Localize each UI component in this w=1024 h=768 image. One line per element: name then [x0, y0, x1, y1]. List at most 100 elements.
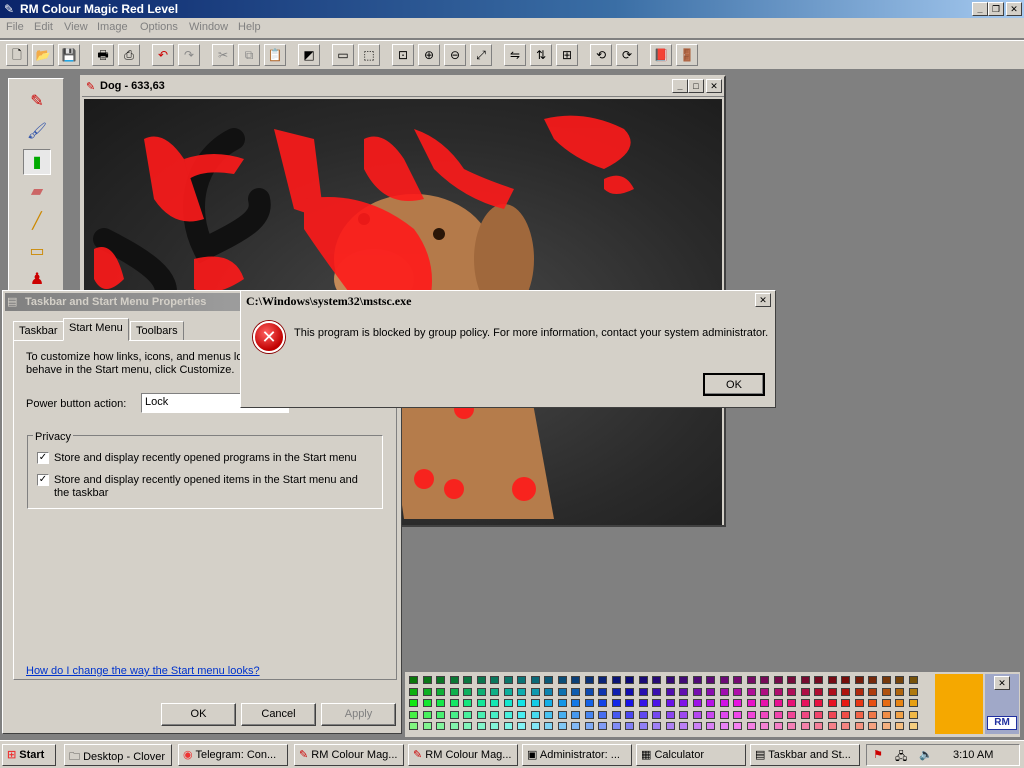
close-button[interactable]: ✕	[755, 293, 771, 307]
color-swatch[interactable]	[611, 676, 621, 684]
color-swatch[interactable]	[908, 722, 918, 730]
color-swatch[interactable]	[692, 676, 702, 684]
color-swatch[interactable]	[746, 722, 756, 730]
color-swatch[interactable]	[814, 722, 823, 730]
color-swatch[interactable]	[422, 676, 432, 684]
redo-icon[interactable]: ↷	[178, 44, 200, 66]
color-swatch[interactable]	[490, 722, 499, 730]
color-swatch[interactable]	[854, 722, 864, 730]
color-swatch[interactable]	[908, 710, 918, 719]
color-swatch[interactable]	[800, 699, 810, 707]
zoom-actual-icon[interactable]: ⊡	[392, 44, 414, 66]
color-swatch[interactable]	[544, 676, 553, 684]
color-swatch[interactable]	[638, 722, 648, 730]
close-button[interactable]: ✕	[994, 676, 1010, 690]
color-swatch[interactable]	[881, 687, 891, 696]
color-swatch[interactable]	[463, 699, 472, 707]
color-swatch[interactable]	[706, 687, 715, 696]
color-swatch[interactable]	[854, 687, 864, 696]
color-swatch[interactable]	[746, 699, 756, 707]
recent-programs-checkbox[interactable]: ✓	[37, 452, 49, 464]
color-swatch[interactable]	[827, 699, 837, 707]
color-swatch[interactable]	[490, 699, 499, 707]
color-swatch[interactable]	[868, 687, 877, 696]
color-swatch[interactable]	[503, 676, 513, 684]
color-swatch[interactable]	[827, 687, 837, 696]
color-swatch[interactable]	[719, 687, 729, 696]
color-swatch[interactable]	[908, 687, 918, 696]
color-swatch[interactable]	[679, 710, 688, 719]
color-swatch[interactable]	[598, 722, 607, 730]
task-rm-colour-magic-1[interactable]: ✎ RM Colour Mag...	[294, 744, 404, 766]
color-swatch[interactable]	[787, 687, 796, 696]
color-swatch[interactable]	[706, 699, 715, 707]
color-swatch[interactable]	[544, 710, 553, 719]
color-swatch[interactable]	[760, 710, 769, 719]
color-swatch[interactable]	[827, 676, 837, 684]
rotate-right-icon[interactable]: ⟳	[616, 44, 638, 66]
color-swatch[interactable]	[760, 722, 769, 730]
recent-items-checkbox[interactable]: ✓	[37, 474, 49, 486]
copy-icon[interactable]: ⧉	[238, 44, 260, 66]
color-swatch[interactable]	[665, 676, 675, 684]
menu-view[interactable]: View	[64, 21, 88, 33]
color-swatch[interactable]	[571, 687, 580, 696]
color-swatch[interactable]	[706, 676, 715, 684]
menu-window[interactable]: Window	[189, 21, 228, 33]
ok-button[interactable]: OK	[161, 703, 236, 726]
color-swatch[interactable]	[895, 676, 904, 684]
color-swatch[interactable]	[719, 699, 729, 707]
color-swatch[interactable]	[611, 710, 621, 719]
color-swatch[interactable]	[476, 710, 486, 719]
color-swatch[interactable]	[584, 687, 594, 696]
color-swatch[interactable]	[787, 710, 796, 719]
task-telegram[interactable]: ◉ Telegram: Con...	[178, 744, 288, 766]
task-desktop-clover[interactable]: 🗀 Desktop - Clover	[64, 744, 172, 766]
color-swatch[interactable]	[854, 676, 864, 684]
volume-icon[interactable]: 🔈	[919, 748, 933, 761]
color-swatch[interactable]	[854, 699, 864, 707]
color-swatch[interactable]	[503, 710, 513, 719]
tab-taskbar[interactable]: Taskbar	[13, 321, 64, 341]
color-swatch[interactable]	[692, 710, 702, 719]
color-swatch[interactable]	[611, 722, 621, 730]
color-swatch[interactable]	[773, 722, 783, 730]
task-administrator[interactable]: ▣ Administrator: ...	[522, 744, 632, 766]
grid-icon[interactable]: ⊞	[556, 44, 578, 66]
color-swatch[interactable]	[611, 687, 621, 696]
color-swatch[interactable]	[557, 676, 567, 684]
color-swatch[interactable]	[868, 676, 877, 684]
minimize-button[interactable]: _	[672, 79, 688, 93]
color-swatch[interactable]	[800, 722, 810, 730]
color-swatch[interactable]	[652, 676, 661, 684]
color-swatch[interactable]	[476, 722, 486, 730]
color-swatch[interactable]	[733, 710, 742, 719]
color-swatch[interactable]	[449, 722, 459, 730]
current-color-swatch[interactable]	[935, 674, 983, 734]
color-swatch[interactable]	[800, 710, 810, 719]
clock[interactable]: 3:10 AM	[953, 749, 993, 761]
color-swatch[interactable]	[908, 676, 918, 684]
rotate-left-icon[interactable]: ⟲	[590, 44, 612, 66]
color-swatch[interactable]	[490, 676, 499, 684]
color-swatch[interactable]	[638, 699, 648, 707]
minimize-button[interactable]: _	[972, 2, 988, 16]
color-swatch[interactable]	[895, 710, 904, 719]
color-swatch[interactable]	[746, 676, 756, 684]
color-swatch[interactable]	[557, 710, 567, 719]
print-icon[interactable]: 🖶	[92, 44, 114, 66]
color-swatch[interactable]	[625, 699, 634, 707]
task-calculator[interactable]: ▦ Calculator	[636, 744, 746, 766]
open-icon[interactable]: 📂	[32, 44, 54, 66]
print-preview-icon[interactable]: ⎙	[118, 44, 140, 66]
menu-edit[interactable]: Edit	[34, 21, 53, 33]
restore-button[interactable]: ❐	[988, 2, 1004, 16]
color-swatch[interactable]	[409, 676, 418, 684]
color-swatch[interactable]	[706, 710, 715, 719]
color-swatch[interactable]	[476, 699, 486, 707]
color-swatch[interactable]	[422, 710, 432, 719]
color-swatch[interactable]	[409, 722, 418, 730]
color-swatch[interactable]	[503, 699, 513, 707]
book-icon[interactable]: 📕	[650, 44, 672, 66]
color-swatch[interactable]	[436, 699, 445, 707]
